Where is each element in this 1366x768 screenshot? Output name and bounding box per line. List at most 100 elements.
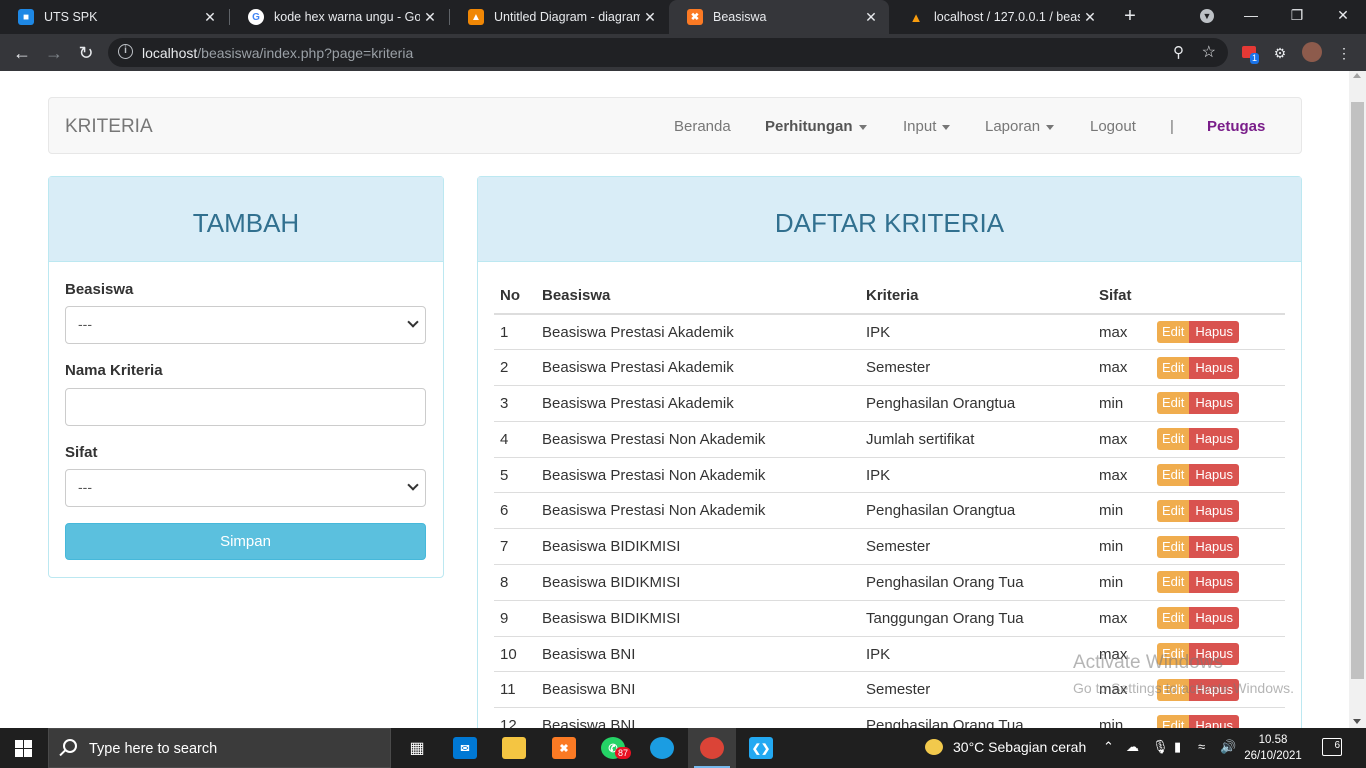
site-navbar: KRITERIA Beranda Perhitungan Input Lapor… [48, 97, 1302, 154]
wifi-icon[interactable]: ≈ [1198, 739, 1205, 754]
edit-button[interactable]: Edit [1157, 714, 1190, 728]
edit-button[interactable]: Edit [1157, 678, 1190, 701]
volume-icon[interactable]: 🔊 [1220, 739, 1236, 755]
beasiswa-select[interactable]: --- [65, 306, 426, 344]
table-row: 6 Beasiswa Prestasi Non Akademik Penghasil… [494, 492, 1285, 529]
notification-center-icon[interactable]: 6 [1322, 738, 1342, 756]
xampp-taskbar-icon[interactable]: ✖ [540, 728, 588, 768]
extensions-puzzle-icon[interactable]: ⚙ [1269, 42, 1291, 64]
nav-user[interactable]: Petugas [1207, 118, 1265, 135]
web-page: KRITERIA Beranda Perhitungan Input Lapor… [0, 71, 1349, 728]
tab-beasiswa[interactable]: ✖ Beasiswa ✕ [669, 0, 889, 34]
cell-actions: Edit Hapus [1151, 564, 1285, 601]
edit-button[interactable]: Edit [1157, 321, 1190, 344]
edit-button[interactable]: Edit [1157, 392, 1190, 415]
hapus-button[interactable]: Hapus [1189, 321, 1239, 344]
cell-actions: Edit Hapus [1151, 528, 1285, 565]
restore-button[interactable]: ❐ [1274, 0, 1320, 34]
hapus-button[interactable]: Hapus [1189, 356, 1239, 379]
cell-beasiswa: Beasiswa BIDIKMISI [536, 599, 860, 637]
hapus-button[interactable]: Hapus [1189, 607, 1239, 630]
tab-google-search[interactable]: G kode hex warna ungu - Goog ✕ [230, 0, 448, 34]
microphone-icon[interactable]: 🎙 [1152, 739, 1169, 755]
nav-input[interactable]: Input [903, 118, 951, 135]
bookmark-star-icon[interactable]: ☆ [1202, 42, 1216, 62]
hapus-button[interactable]: Hapus [1189, 392, 1239, 415]
url-text[interactable]: localhost/beasiswa/index.php?page=kriter… [142, 45, 413, 61]
onedrive-icon[interactable]: ☁ [1126, 739, 1139, 755]
mail-icon[interactable]: ✉ [441, 728, 489, 768]
hapus-button[interactable]: Hapus [1189, 571, 1239, 594]
tab-drawio[interactable]: ▲ Untitled Diagram - diagrams. ✕ [450, 0, 668, 34]
weather-sun-icon [925, 739, 943, 755]
vscode-icon[interactable]: ❮❯ [737, 728, 785, 768]
cell-beasiswa: Beasiswa Prestasi Non Akademik [536, 456, 860, 493]
chrome-taskbar-icon[interactable] [688, 728, 736, 768]
cell-kriteria: Penghasilan Orang Tua [860, 564, 1093, 601]
profile-avatar[interactable] [1301, 42, 1323, 64]
system-clock[interactable]: 10.58 26/10/2021 [1240, 732, 1306, 764]
close-window-button[interactable]: ✕ [1320, 0, 1366, 34]
battery-icon[interactable]: ▮ [1174, 739, 1181, 755]
zoom-icon[interactable]: ⚲ [1173, 43, 1184, 61]
hapus-button[interactable]: Hapus [1189, 464, 1239, 487]
weather-widget[interactable]: 30°C Sebagian cerah [925, 739, 1086, 755]
reload-button[interactable]: ↻ [73, 40, 99, 66]
sifat-select[interactable]: --- [65, 469, 426, 507]
edit-button[interactable]: Edit [1157, 643, 1190, 666]
minimize-button[interactable]: — [1228, 0, 1274, 34]
site-info-icon[interactable]: i [118, 44, 133, 59]
cell-sifat: min [1093, 707, 1151, 728]
file-explorer-icon[interactable] [490, 728, 538, 768]
page-scrollbar[interactable] [1349, 71, 1366, 728]
url-path: /beasiswa/index.php?page=kriteria [197, 45, 414, 61]
hapus-button[interactable]: Hapus [1189, 643, 1239, 666]
tab-uts-spk[interactable]: ■ UTS SPK ✕ [0, 0, 228, 34]
criteria-list-panel: DAFTAR KRITERIA No Beasiswa Kriteria Sif… [477, 176, 1302, 728]
edit-button[interactable]: Edit [1157, 428, 1190, 451]
tab-phpmyadmin[interactable]: ▲ localhost / 127.0.0.1 / beasisw ✕ [890, 0, 1108, 34]
cell-actions: Edit Hapus [1151, 349, 1285, 386]
extension-badge-icon[interactable]: 1 [1238, 42, 1260, 64]
windows-start-icon[interactable] [15, 740, 32, 757]
edit-button[interactable]: Edit [1157, 464, 1190, 487]
task-view-icon[interactable]: ▦ [393, 728, 441, 768]
nav-beranda[interactable]: Beranda [674, 118, 731, 135]
url-bar[interactable]: i localhost/beasiswa/index.php?page=krit… [108, 38, 1228, 67]
close-tab-icon[interactable]: ✕ [420, 9, 440, 26]
scrollbar-thumb[interactable] [1351, 102, 1364, 679]
navbar-brand[interactable]: KRITERIA [65, 116, 153, 138]
new-tab-button[interactable]: + [1118, 4, 1142, 28]
hapus-button[interactable]: Hapus [1189, 428, 1239, 451]
scroll-down-icon[interactable] [1353, 719, 1361, 724]
whatsapp-icon[interactable]: ✆ 87 [589, 728, 637, 768]
hapus-button[interactable]: Hapus [1189, 535, 1239, 558]
tab-search-button[interactable]: ▼ [1184, 0, 1230, 34]
scroll-up-icon[interactable] [1353, 73, 1361, 78]
nama-kriteria-input[interactable] [65, 388, 426, 426]
simpan-button[interactable]: Simpan [65, 523, 426, 560]
nav-laporan[interactable]: Laporan [985, 118, 1055, 135]
back-button[interactable]: ← [9, 40, 35, 66]
edit-button[interactable]: Edit [1157, 535, 1190, 558]
edge-icon[interactable] [638, 728, 686, 768]
edit-button[interactable]: Edit [1157, 607, 1190, 630]
cell-beasiswa: Beasiswa Prestasi Akademik [536, 313, 860, 350]
forward-button[interactable]: → [41, 40, 67, 66]
criteria-table: No Beasiswa Kriteria Sifat 1 Beasiswa Pre… [494, 277, 1285, 728]
close-tab-icon[interactable]: ✕ [861, 9, 881, 26]
edit-button[interactable]: Edit [1157, 499, 1190, 522]
show-hidden-icons-icon[interactable]: ⌃ [1103, 739, 1114, 755]
taskbar-search-box[interactable]: Type here to search [48, 728, 391, 768]
close-tab-icon[interactable]: ✕ [200, 9, 220, 26]
hapus-button[interactable]: Hapus [1189, 678, 1239, 701]
nav-perhitungan[interactable]: Perhitungan [765, 118, 867, 135]
hapus-button[interactable]: Hapus [1189, 499, 1239, 522]
hapus-button[interactable]: Hapus [1189, 714, 1239, 728]
close-tab-icon[interactable]: ✕ [640, 9, 660, 26]
edit-button[interactable]: Edit [1157, 571, 1190, 594]
edit-button[interactable]: Edit [1157, 356, 1190, 379]
close-tab-icon[interactable]: ✕ [1080, 9, 1100, 26]
browser-menu-icon[interactable]: ⋮ [1333, 42, 1355, 64]
nav-logout[interactable]: Logout [1090, 118, 1136, 135]
